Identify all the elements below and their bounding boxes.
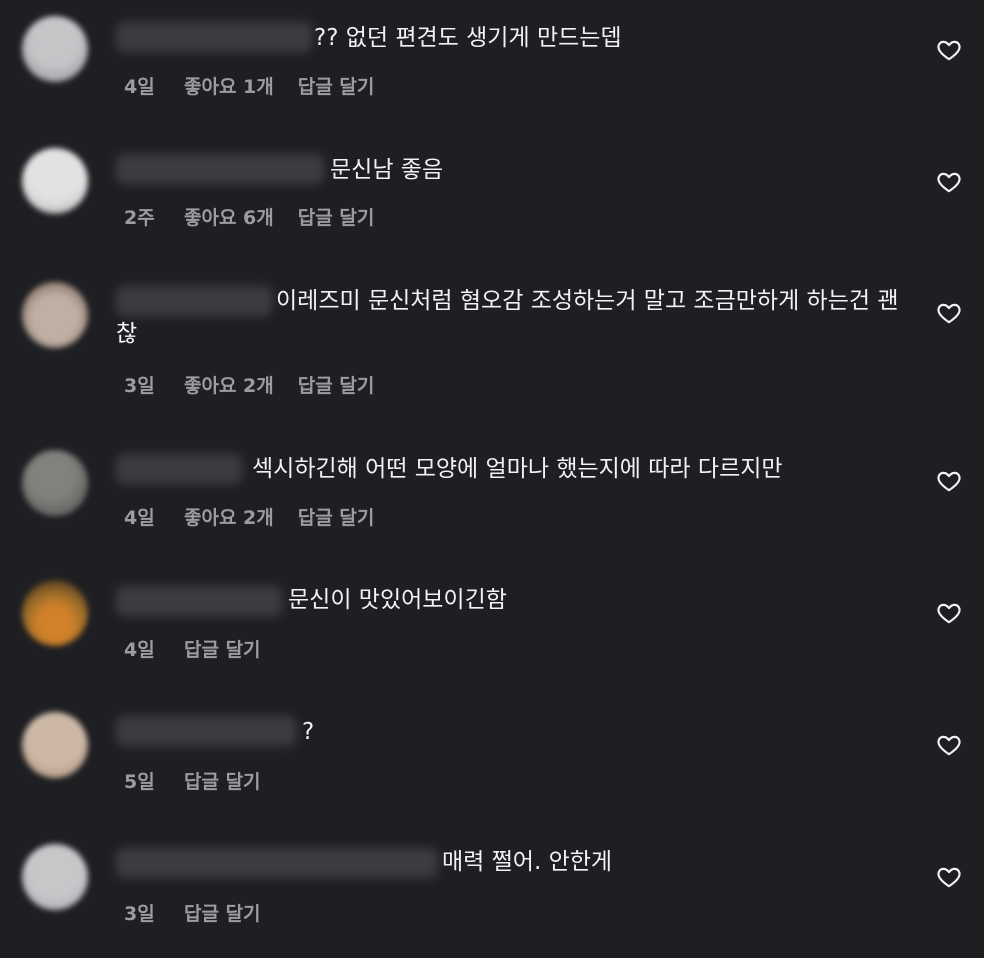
comment-text: 섹시하긴해 어떤 모양에 얼마나 했는지에 따라 다르지만: [116, 453, 904, 486]
comment-text: 이레즈미 문신처럼 혐오감 조성하는거 말고 조금만하게 하는건 괜찮: [116, 285, 904, 351]
comment-likes[interactable]: 좋아요 1개: [184, 73, 274, 101]
comment-text-content: ?? 없던 편견도 생기게 만드는뎁: [314, 25, 622, 51]
comment-time: 5일: [124, 771, 155, 793]
comment-text: ?? 없던 편견도 생기게 만드는뎁: [116, 22, 904, 55]
comment-time: 3일: [124, 375, 155, 397]
comment-text: 문신이 맛있어보이긴함: [116, 584, 904, 617]
comment-time: 3일: [124, 903, 155, 925]
comment-text-content: 섹시하긴해 어떤 모양에 얼마나 했는지에 따라 다르지만: [252, 456, 783, 482]
comment-likes[interactable]: 좋아요 2개: [184, 504, 274, 532]
comment-list: ?? 없던 편견도 생기게 만드는뎁 4일 좋아요 1개 답글 달기 문신남 좋음 …: [0, 0, 984, 958]
heart-outline-icon[interactable]: [936, 732, 962, 758]
avatar[interactable]: [22, 580, 88, 646]
comment-meta: 3일 답글 달기: [124, 900, 261, 928]
comment-meta: 2주 좋아요 6개 답글 달기: [124, 204, 374, 232]
avatar[interactable]: [22, 712, 88, 778]
comment-meta: 4일 좋아요 1개 답글 달기: [124, 73, 374, 101]
comment-time: 4일: [124, 639, 155, 661]
avatar[interactable]: [22, 844, 88, 910]
heart-outline-icon[interactable]: [936, 169, 962, 195]
comment-time: 4일: [124, 507, 155, 529]
heart-outline-icon[interactable]: [936, 468, 962, 494]
comment-time: 2주: [124, 207, 155, 229]
comment-meta: 4일 답글 달기: [124, 636, 261, 664]
avatar[interactable]: [22, 282, 88, 348]
comment-text: 문신남 좋음: [116, 154, 904, 187]
comment-text-content: 매력 쩔어. 안한게: [442, 849, 613, 875]
comment-text-content: ?: [302, 719, 315, 745]
reply-button[interactable]: 답글 달기: [184, 900, 261, 928]
reply-button[interactable]: 답글 달기: [298, 372, 375, 400]
heart-outline-icon[interactable]: [936, 864, 962, 890]
comment-meta: 3일 좋아요 2개 답글 달기: [124, 372, 374, 400]
comment-text-content: 문신남 좋음: [330, 157, 444, 183]
avatar[interactable]: [22, 450, 88, 516]
comment-time: 4일: [124, 76, 155, 98]
comment-text: ?: [116, 716, 904, 749]
reply-button[interactable]: 답글 달기: [184, 636, 261, 664]
heart-outline-icon[interactable]: [936, 37, 962, 63]
heart-outline-icon[interactable]: [936, 300, 962, 326]
heart-outline-icon[interactable]: [936, 600, 962, 626]
reply-button[interactable]: 답글 달기: [184, 768, 261, 796]
avatar[interactable]: [22, 16, 88, 82]
comment-text-content: 이레즈미 문신처럼 혐오감 조성하는거 말고 조금만하게 하는건 괜찮: [116, 288, 899, 347]
comment-likes[interactable]: 좋아요 6개: [184, 204, 274, 232]
comment-text-content: 문신이 맛있어보이긴함: [288, 587, 507, 613]
comment-meta: 5일 답글 달기: [124, 768, 261, 796]
reply-button[interactable]: 답글 달기: [298, 504, 375, 532]
reply-button[interactable]: 답글 달기: [298, 204, 375, 232]
comment-meta: 4일 좋아요 2개 답글 달기: [124, 504, 374, 532]
comment-likes[interactable]: 좋아요 2개: [184, 372, 274, 400]
reply-button[interactable]: 답글 달기: [298, 73, 375, 101]
avatar[interactable]: [22, 148, 88, 214]
comment-text: 매력 쩔어. 안한게: [116, 846, 904, 879]
